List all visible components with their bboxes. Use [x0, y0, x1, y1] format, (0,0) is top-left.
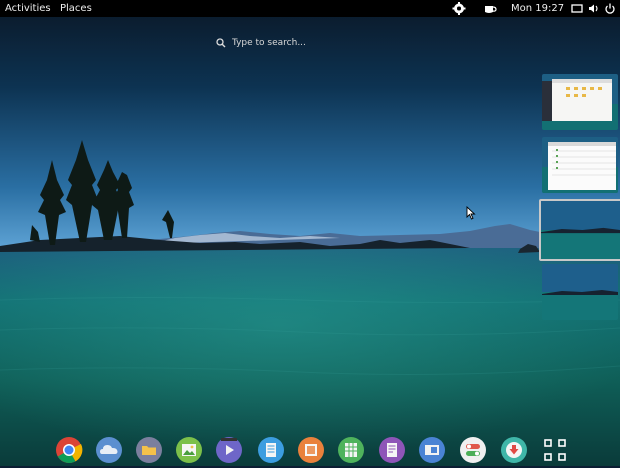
spreadsheet-icon[interactable] — [337, 436, 365, 464]
desktop-wallpaper — [0, 0, 620, 466]
workspace-switcher — [538, 70, 620, 326]
power-icon[interactable] — [603, 2, 617, 15]
screen-icon[interactable] — [570, 2, 584, 15]
toggle-settings-icon[interactable] — [459, 436, 487, 464]
chrome-icon[interactable] — [55, 436, 83, 464]
top-bar: Activities Places Mon 19:27 — [0, 0, 620, 17]
search-box[interactable] — [212, 34, 372, 52]
presentation-icon[interactable] — [297, 436, 325, 464]
workspace-thumbnail-4[interactable] — [542, 264, 618, 320]
workspace-thumbnail-2[interactable] — [542, 137, 618, 193]
volume-icon[interactable] — [587, 2, 601, 15]
desktop-preferences-icon[interactable] — [418, 436, 446, 464]
show-applications-grid-icon[interactable] — [541, 436, 569, 464]
video-player-icon[interactable] — [215, 436, 243, 464]
workspace-thumbnail-1[interactable] — [542, 74, 618, 130]
software-update-icon[interactable] — [500, 436, 528, 464]
activities-button[interactable]: Activities — [5, 0, 51, 17]
search-icon — [216, 38, 226, 48]
settings-gear-icon[interactable] — [452, 2, 466, 15]
image-viewer-icon[interactable] — [175, 436, 203, 464]
clock[interactable]: Mon 19:27 — [511, 0, 564, 17]
text-editor-icon[interactable] — [257, 436, 285, 464]
coffee-cup-icon[interactable] — [483, 2, 497, 15]
cloud-icon[interactable] — [95, 436, 123, 464]
files-folder-icon[interactable] — [135, 436, 163, 464]
workspace-thumbnail-3[interactable] — [539, 199, 620, 261]
dock — [0, 434, 620, 466]
places-menu[interactable]: Places — [60, 0, 92, 17]
document-icon[interactable] — [378, 436, 406, 464]
mouse-pointer — [466, 206, 476, 220]
search-input[interactable] — [232, 34, 362, 52]
